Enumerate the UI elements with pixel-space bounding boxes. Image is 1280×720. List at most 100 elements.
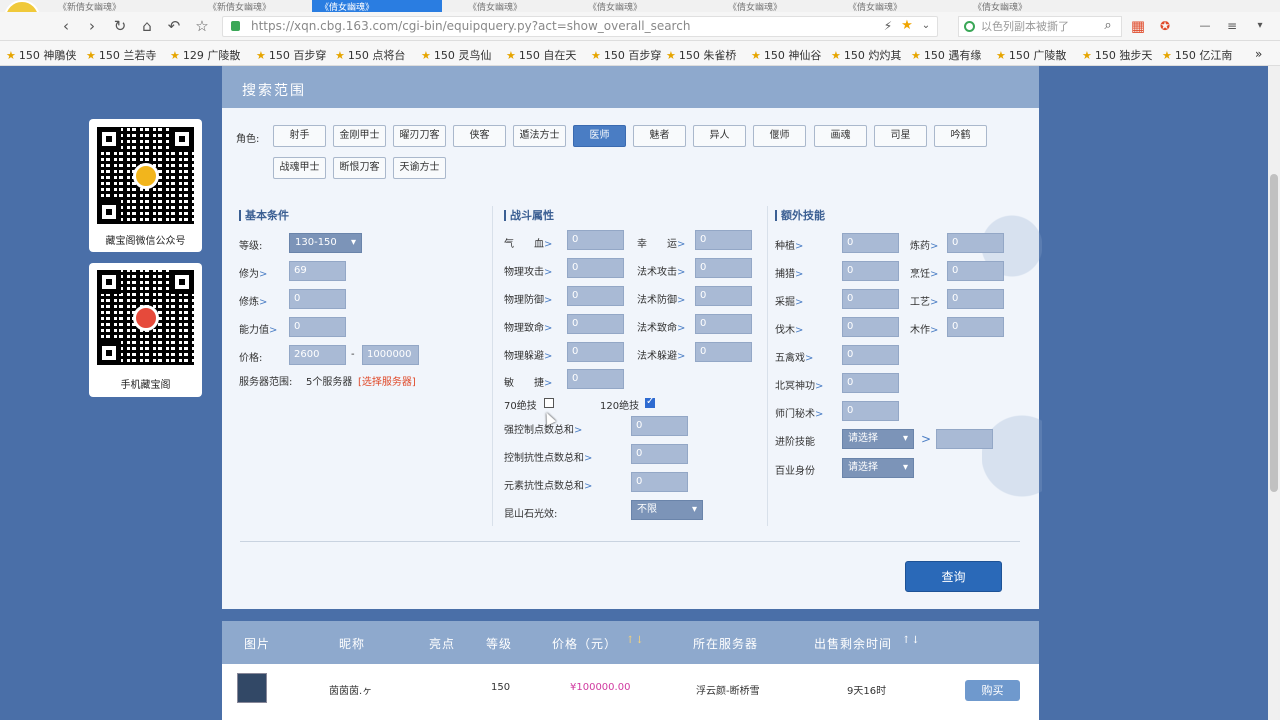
query-button[interactable]: 查询 (905, 561, 1002, 592)
ability-input[interactable]: 0 (289, 317, 346, 337)
bookmark-item[interactable]: ★ 150 亿江南 (1162, 47, 1232, 63)
reload-icon[interactable]: ↻ (110, 16, 130, 36)
combat-input[interactable]: 0 (567, 314, 624, 334)
browser-tab[interactable]: 《倩女幽魂》 (460, 0, 560, 12)
time-sort-icon[interactable]: ↑↓ (902, 635, 921, 646)
role-button[interactable]: 偃师 (753, 125, 806, 147)
combat-input[interactable]: 0 (567, 342, 624, 362)
role-button[interactable]: 魅者 (633, 125, 686, 147)
skill70-checkbox[interactable] (544, 398, 554, 408)
role-button[interactable]: 射手 (273, 125, 326, 147)
forward-icon[interactable]: › (82, 16, 102, 36)
bookmark-item[interactable]: ★ 129 广陵散 (170, 47, 240, 63)
undo-icon[interactable]: ↶ (164, 16, 184, 36)
buy-button[interactable]: 购买 (965, 680, 1020, 701)
role-button[interactable]: 天谕方士 (393, 157, 446, 179)
skill-input[interactable]: 0 (842, 289, 899, 309)
extra-combat-input[interactable]: 0 (631, 472, 688, 492)
bookmark-item[interactable]: ★ 150 点将台 (335, 47, 405, 63)
extra-combat-input[interactable]: 0 (631, 416, 688, 436)
xiulian-input[interactable]: 0 (289, 289, 346, 309)
combat-input[interactable]: 0 (695, 314, 752, 334)
bookmark-item[interactable]: ★ 150 百步穿 (591, 47, 661, 63)
search-icon[interactable]: ⌕ (1098, 16, 1118, 36)
bookmark-item[interactable]: ★ 150 灼灼其 (831, 47, 901, 63)
browser-tab[interactable]: 《倩女幽魂》 (965, 0, 1065, 12)
browser-tab-active[interactable]: 《倩女幽魂》 (312, 0, 442, 12)
url-field[interactable]: https://xqn.cbg.163.com/cgi-bin/equipque… (222, 16, 938, 37)
menu-icon[interactable]: ≡ (1222, 16, 1242, 36)
minimize-icon[interactable]: — (1195, 16, 1215, 36)
combat-input[interactable]: 0 (695, 342, 752, 362)
identity-select[interactable]: 请选择 (842, 458, 914, 478)
bookmark-item[interactable]: ★ 150 自在天 (506, 47, 576, 63)
skill-input[interactable]: 0 (947, 233, 1004, 253)
browser-tab[interactable]: 《倩女幽魂》 (580, 0, 680, 12)
bookmark-item[interactable]: ★ 150 广陵散 (996, 47, 1066, 63)
role-button[interactable]: 金刚甲士 (333, 125, 386, 147)
browser-tab[interactable]: 《新倩女幽魂》 (50, 0, 150, 12)
header-price[interactable]: 价格（元） (552, 635, 617, 652)
skill-input[interactable]: 0 (947, 289, 1004, 309)
bookmark-item[interactable]: ★ 150 兰若寺 (86, 47, 156, 63)
skill-input[interactable]: 0 (842, 373, 899, 393)
chevron-down-icon[interactable]: ⌄ (916, 16, 936, 36)
bookmark-item[interactable]: ★ 150 百步穿 (256, 47, 326, 63)
character-thumbnail[interactable] (237, 673, 267, 703)
bookmark-item[interactable]: ★ 150 神鵰侠 (6, 47, 76, 63)
role-button[interactable]: 曜刃刀客 (393, 125, 446, 147)
combat-input[interactable]: 0 (695, 258, 752, 278)
scrollbar-thumb[interactable] (1270, 174, 1278, 492)
price-max-input[interactable]: 1000000 (362, 345, 419, 365)
extra-combat-input[interactable]: 0 (631, 444, 688, 464)
combat-input[interactable]: 0 (695, 286, 752, 306)
advanced-skill-input[interactable] (936, 429, 993, 449)
skill-input[interactable]: 0 (842, 345, 899, 365)
role-button[interactable]: 断恨刀客 (333, 157, 386, 179)
bookmark-item[interactable]: ★ 150 朱雀桥 (666, 47, 736, 63)
skill120-checkbox[interactable] (645, 396, 655, 408)
role-button[interactable]: 司星 (874, 125, 927, 147)
browser-tab[interactable]: 《倩女幽魂》 (840, 0, 940, 12)
role-button[interactable]: 异人 (693, 125, 746, 147)
skill-input[interactable]: 0 (842, 233, 899, 253)
browser-tab[interactable]: 《倩女幽魂》 (720, 0, 820, 12)
combat-input[interactable]: 0 (695, 230, 752, 250)
combat-input[interactable]: 0 (567, 230, 624, 250)
star-icon[interactable]: ★ (897, 16, 917, 36)
bookmarks-more[interactable]: » (1255, 47, 1262, 61)
home-icon[interactable]: ⌂ (137, 16, 157, 36)
kunshan-select[interactable]: 不限 (631, 500, 703, 520)
dropdown-icon[interactable]: ▾ (1250, 16, 1270, 36)
role-button[interactable]: 画魂 (814, 125, 867, 147)
combat-input[interactable]: 0 (567, 258, 624, 278)
price-sort-icon[interactable]: ↑↓ (626, 635, 645, 646)
bookmark-item[interactable]: ★ 150 灵鸟仙 (421, 47, 491, 63)
role-button[interactable]: 侠客 (453, 125, 506, 147)
header-time-left[interactable]: 出售剩余时间 (814, 635, 892, 652)
back-icon[interactable]: ‹ (56, 16, 76, 36)
skill-input[interactable]: 0 (947, 261, 1004, 281)
bookmark-item[interactable]: ★ 150 神仙谷 (751, 47, 821, 63)
apps-icon[interactable]: ▦ (1128, 16, 1148, 36)
combat-input[interactable]: 0 (567, 286, 624, 306)
browser-tab[interactable]: 《新倩女幽魂》 (200, 0, 300, 12)
gamepad-icon[interactable]: ✪ (1155, 16, 1175, 36)
combat-input[interactable]: 0 (567, 369, 624, 389)
role-button[interactable]: 遁法方士 (513, 125, 566, 147)
page-scrollbar[interactable] (1268, 66, 1280, 720)
skill-input[interactable]: 0 (842, 261, 899, 281)
skill-input[interactable]: 0 (947, 317, 1004, 337)
role-button[interactable]: 战魂甲士 (273, 157, 326, 179)
skill-input[interactable]: 0 (842, 401, 899, 421)
row-nickname[interactable]: 茵茵茵.ヶ (329, 682, 372, 697)
level-select[interactable]: 130-150 (289, 233, 362, 253)
advanced-skill-select[interactable]: 请选择 (842, 429, 914, 449)
bookmark-item[interactable]: ★ 150 遇有缘 (911, 47, 981, 63)
xiuwei-input[interactable]: 69 (289, 261, 346, 281)
favorite-star-icon[interactable]: ☆ (192, 16, 212, 36)
skill-input[interactable]: 0 (842, 317, 899, 337)
role-button-selected[interactable]: 医师 (573, 125, 626, 147)
role-button[interactable]: 吟鹤 (934, 125, 987, 147)
bookmark-item[interactable]: ★ 150 独步天 (1082, 47, 1152, 63)
